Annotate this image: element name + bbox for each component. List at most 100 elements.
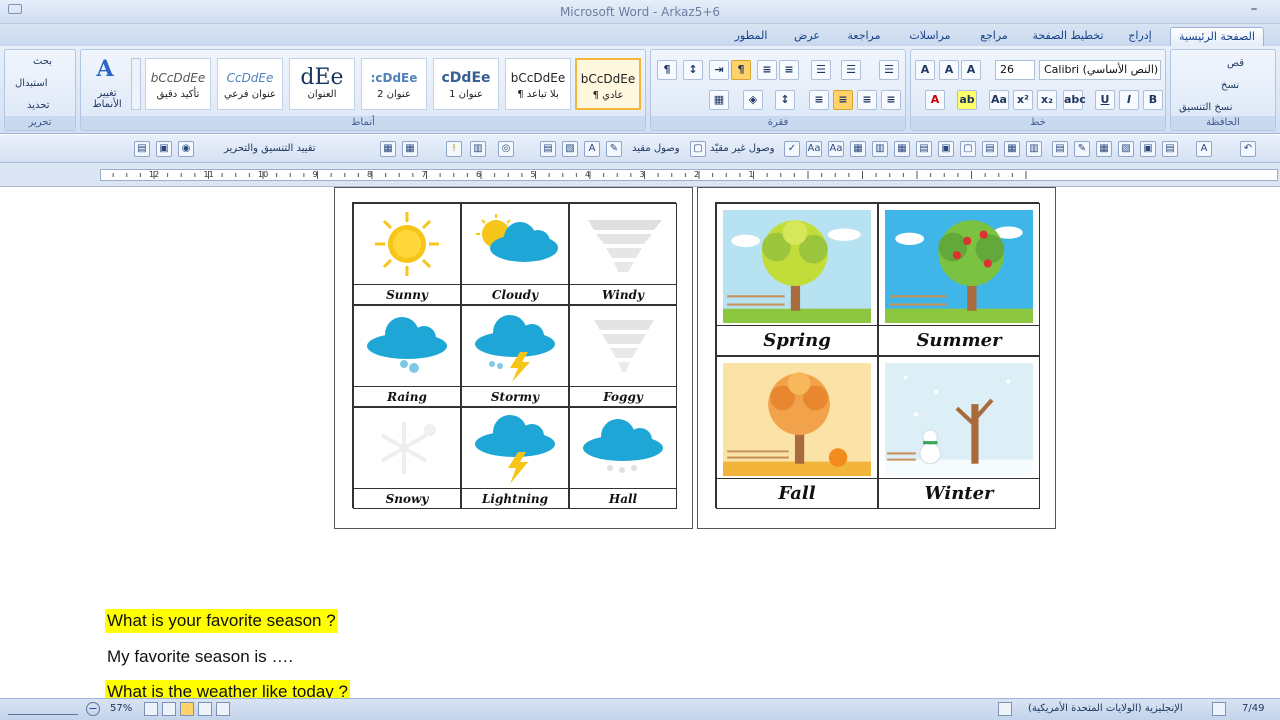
toolbar-icon-9[interactable]: ▧ (562, 141, 578, 157)
toolbar-icon-20[interactable]: ▣ (938, 141, 954, 157)
change-styles-icon[interactable]: A (89, 56, 121, 82)
bullets-button[interactable]: ☰ (879, 60, 899, 80)
toolbar-icon-22[interactable]: ▤ (982, 141, 998, 157)
toolbar-icon-23[interactable]: ▦ (1004, 141, 1020, 157)
copy-button[interactable]: نسخ (1221, 80, 1239, 91)
toolbar-icon-28[interactable]: ▧ (1118, 141, 1134, 157)
font-size-select[interactable]: 26 (995, 60, 1035, 80)
toolbar-icon-5[interactable]: ▦ (402, 141, 418, 157)
toolbar-icon-3[interactable]: ◉ (178, 141, 194, 157)
show-marks-button[interactable]: ¶ (657, 60, 677, 80)
restricted-access-button[interactable]: وصول مقيد (632, 143, 680, 154)
warning-icon[interactable]: ! (446, 141, 462, 157)
toolbar-icon-12[interactable]: ▢ (690, 141, 706, 157)
style-normal[interactable]: bCcDdEe ¶ عادي (575, 58, 641, 110)
tab-references[interactable]: مراجع (970, 27, 1018, 46)
reading-view-icon[interactable] (216, 702, 230, 716)
center-button[interactable]: ≡ (857, 90, 877, 110)
print-layout-view-icon[interactable] (180, 702, 194, 716)
toolbar-icon-14[interactable]: Aa (806, 141, 822, 157)
strikethrough-button[interactable]: abc (1063, 90, 1086, 110)
change-case-button[interactable]: Aa (989, 90, 1009, 110)
horizontal-ruler[interactable]: 1 2 3 4 5 6 7 8 9 10 11 12 (0, 163, 1280, 187)
toolbar-icon-7[interactable]: ◎ (498, 141, 514, 157)
style-no-spacing[interactable]: bCcDdEe ¶ بلا تباعد (505, 58, 571, 110)
toolbar-icon-29[interactable]: ▣ (1140, 141, 1156, 157)
toolbar-icon-27[interactable]: ▦ (1096, 141, 1112, 157)
rtl-button[interactable]: ¶ (731, 60, 751, 80)
toolbar-icon-24[interactable]: ▥ (1026, 141, 1042, 157)
format-painter-button[interactable]: نسخ التنسيق (1179, 102, 1232, 113)
replace-button[interactable]: استبدال (15, 78, 48, 89)
tab-insert[interactable]: إدراج (1118, 27, 1162, 46)
proofing-icon[interactable] (1212, 702, 1226, 716)
style-heading-1[interactable]: cDdEe عنوان 1 (433, 58, 499, 110)
shading-button[interactable]: ◈ (743, 90, 763, 110)
superscript-button[interactable]: x² (1013, 90, 1033, 110)
toolbar-icon-6[interactable]: ▥ (470, 141, 486, 157)
toolbar-icon-10[interactable]: A (584, 141, 600, 157)
outline-view-icon[interactable] (162, 702, 176, 716)
toolbar-icon-2[interactable]: ▣ (156, 141, 172, 157)
zoom-level[interactable]: 57% (110, 703, 132, 714)
toolbar-icon-21[interactable]: ▢ (960, 141, 976, 157)
change-styles-button[interactable]: تغيير الأنماط (85, 88, 129, 110)
web-layout-view-icon[interactable] (198, 702, 212, 716)
align-right-button[interactable]: ≡ (833, 90, 853, 110)
zoom-out-icon[interactable]: − (86, 702, 100, 716)
page-indicator[interactable]: 7/49 (1242, 703, 1264, 714)
tab-developer[interactable]: المطور (726, 27, 776, 46)
toolbar-icon-31[interactable]: A (1196, 141, 1212, 157)
styles-scroll[interactable] (131, 58, 141, 110)
bold-button[interactable]: B (1143, 90, 1163, 110)
toolbar-icon-26[interactable]: ✎ (1074, 141, 1090, 157)
minimize-button[interactable]: – (1240, 2, 1268, 20)
tab-page-layout[interactable]: تخطيط الصفحة (1028, 27, 1108, 46)
highlight-color-button[interactable]: ab (957, 90, 977, 110)
borders-button[interactable]: ▦ (709, 90, 729, 110)
grow-font-button[interactable]: A (961, 60, 981, 80)
toolbar-icon-25[interactable]: ▤ (1052, 141, 1068, 157)
sort-button[interactable]: ↕ (683, 60, 703, 80)
tab-home[interactable]: الصفحة الرئيسية (1170, 27, 1264, 46)
select-button[interactable]: تحديد (27, 100, 50, 111)
toolbar-icon-1[interactable]: ▤ (134, 141, 150, 157)
toolbar-icon-8[interactable]: ▤ (540, 141, 556, 157)
undo-icon[interactable]: ↶ (1240, 141, 1256, 157)
draft-view-icon[interactable] (144, 702, 158, 716)
zoom-slider-icon[interactable] (8, 703, 78, 715)
unrestricted-access-button[interactable]: وصول غير مقيّد (710, 143, 775, 154)
toolbar-icon-11[interactable]: ✎ (606, 141, 622, 157)
line-spacing-button[interactable]: ↕ (775, 90, 795, 110)
subscript-button[interactable]: x₂ (1037, 90, 1057, 110)
find-button[interactable]: بحث (33, 56, 52, 67)
toolbar-icon-4[interactable]: ▦ (380, 141, 396, 157)
toolbar-icon-16[interactable]: ▦ (850, 141, 866, 157)
tab-review[interactable]: مراجعة (838, 27, 890, 46)
italic-button[interactable]: I (1119, 90, 1139, 110)
numbering-button[interactable]: ☰ (841, 60, 861, 80)
shrink-font-button[interactable]: A (939, 60, 959, 80)
underline-button[interactable]: U (1095, 90, 1115, 110)
document-area[interactable]: Sunny Cloudy Windy Raing Stormy Foggy Sn… (0, 187, 1280, 698)
font-name-select[interactable]: Calibri (النص الأساسي) (1039, 60, 1161, 80)
tab-view[interactable]: عرض (786, 27, 828, 46)
toolbar-icon-18[interactable]: ▦ (894, 141, 910, 157)
font-color-button[interactable]: A (925, 90, 945, 110)
justify-button[interactable]: ≡ (809, 90, 829, 110)
style-heading-2[interactable]: :cDdEe عنوان 2 (361, 58, 427, 110)
align-left-button[interactable]: ≡ (881, 90, 901, 110)
increase-indent-button[interactable]: ≡ (779, 60, 799, 80)
toolbar-icon-30[interactable]: ▤ (1162, 141, 1178, 157)
multilevel-list-button[interactable]: ☰ (811, 60, 831, 80)
ltr-button[interactable]: ⇥ (709, 60, 729, 80)
toolbar-icon-13[interactable]: ✓ (784, 141, 800, 157)
macro-record-icon[interactable] (998, 702, 1012, 716)
style-subtitle[interactable]: CcDdEe عنوان فرعي (217, 58, 283, 110)
language-indicator[interactable]: الإنجليزية (الولايات المتحدة الأمريكية) (1028, 703, 1183, 714)
tab-mailings[interactable]: مراسلات (900, 27, 960, 46)
clear-formatting-button[interactable]: A (915, 60, 935, 80)
toolbar-icon-19[interactable]: ▤ (916, 141, 932, 157)
style-subtle-emphasis[interactable]: bCcDdEe تأكيد دقيق (145, 58, 211, 110)
style-title[interactable]: dEe العنوان (289, 58, 355, 110)
